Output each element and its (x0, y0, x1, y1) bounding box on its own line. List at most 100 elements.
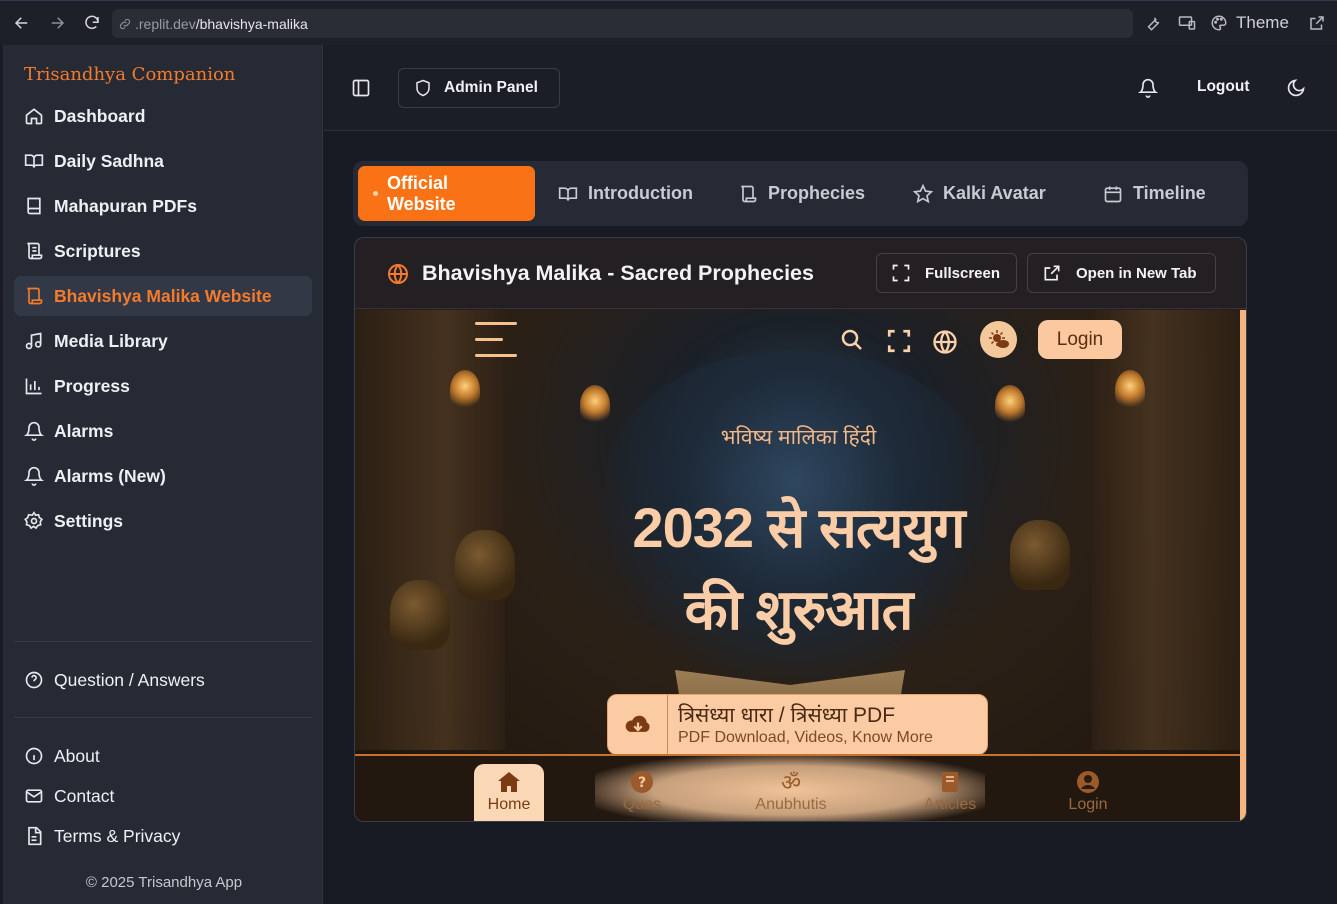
help-circle-icon (24, 670, 44, 690)
site-nav-login[interactable]: Login (1053, 764, 1123, 821)
external-link-icon[interactable] (1308, 11, 1326, 35)
brand-title[interactable]: Trisandhya Companion (24, 64, 235, 85)
home-icon (497, 768, 521, 796)
reload-icon[interactable] (82, 13, 102, 33)
tab-timeline[interactable]: Timeline (1103, 166, 1206, 221)
sidebar-item-terms-privacy[interactable]: Terms & Privacy (14, 816, 312, 856)
site-login-button[interactable]: Login (1038, 320, 1122, 359)
sidebar-item-scriptures[interactable]: Scriptures (14, 231, 312, 271)
site-nav-ques[interactable]: ? Ques (607, 764, 677, 821)
sidebar-item-label: Alarms (New) (54, 465, 166, 486)
tab-label: Timeline (1133, 183, 1206, 203)
hamburger-menu-icon[interactable] (475, 322, 519, 358)
site-nav-anubhutis[interactable]: ॐ Anubhutis (746, 764, 836, 821)
sidebar-item-daily-sadhna[interactable]: Daily Sadhna (14, 141, 312, 181)
devices-icon[interactable] (1177, 11, 1197, 35)
panel-header: Bhavishya Malika - Sacred Prophecies Ful… (355, 238, 1246, 309)
book-open-icon (24, 151, 44, 171)
sidebar-item-label: Terms & Privacy (54, 825, 181, 846)
moon-icon[interactable] (1286, 78, 1306, 98)
tab-label: Prophecies (768, 183, 866, 203)
sidebar-item-label: Media Library (54, 330, 168, 351)
sidebar-item-label: Contact (54, 785, 115, 806)
scroll-icon (24, 241, 44, 261)
document-icon (24, 826, 44, 846)
lamp-image (450, 370, 480, 410)
sidebar-item-label: Progress (54, 375, 130, 396)
sidebar-item-media-library[interactable]: Media Library (14, 321, 312, 361)
sidebar-item-alarms[interactable]: Alarms (14, 411, 312, 451)
site-headline-line1: 2032 से सत्ययुग (632, 496, 965, 559)
panel-title-text: Bhavishya Malika - Sacred Prophecies (422, 261, 814, 285)
shield-icon (414, 78, 432, 98)
address-bar[interactable]: .replit.dev/bhavishya-malika (112, 9, 1133, 38)
globe-icon[interactable] (931, 328, 959, 356)
forward-icon[interactable] (47, 13, 67, 33)
sidebar-toggle-icon[interactable] (351, 78, 371, 98)
site-nav-home[interactable]: Home (474, 764, 544, 821)
embedded-website[interactable]: Login भविष्य मालिका हिंदी 2032 से सत्ययु… (355, 310, 1242, 821)
sidebar-item-label: Mahapuran PDFs (54, 195, 197, 216)
frame-scrollbar[interactable] (1240, 310, 1246, 821)
book-icon (940, 768, 960, 796)
lamp-image (995, 385, 1025, 425)
weather-toggle-icon[interactable] (980, 321, 1017, 358)
cta-subtitle: PDF Download, Videos, Know More (678, 729, 933, 746)
tab-introduction[interactable]: Introduction (558, 166, 693, 221)
app-header: Admin Panel Logout (324, 45, 1337, 131)
bell-icon (24, 466, 44, 486)
tab-prophecies[interactable]: Prophecies (738, 166, 865, 221)
sidebar-item-bhavishya-malika[interactable]: Bhavishya Malika Website (14, 276, 312, 316)
nav-label: Home (487, 796, 531, 813)
cta-title: त्रिसंध्या धारा / त्रिसंध्या PDF (678, 704, 896, 727)
tab-label: Kalki Avatar (943, 183, 1046, 203)
sidebar-item-mahapuran-pdfs[interactable]: Mahapuran PDFs (14, 186, 312, 226)
sidebar-item-settings[interactable]: Settings (14, 501, 312, 541)
link-icon (118, 17, 132, 31)
sidebar-item-dashboard[interactable]: Dashboard (14, 96, 312, 136)
content-tabs: Official Website Introduction Prophecies… (353, 161, 1248, 226)
theme-label: Theme (1236, 13, 1289, 32)
theme-button[interactable]: Theme (1210, 11, 1289, 35)
mail-icon (24, 786, 44, 806)
sidebar-item-contact[interactable]: Contact (14, 776, 312, 816)
sidebar-item-label: Bhavishya Malika Website (54, 285, 272, 306)
sidebar-item-about[interactable]: About (14, 736, 312, 776)
tab-official-website[interactable]: Official Website (358, 166, 535, 221)
divider (14, 717, 312, 718)
sidebar: Trisandhya Companion Dashboard Daily Sad… (3, 45, 323, 904)
fullscreen-label: Fullscreen (925, 264, 1001, 282)
tab-kalki-avatar[interactable]: Kalki Avatar (913, 166, 1046, 221)
sidebar-item-label: Dashboard (54, 105, 146, 126)
sidebar-item-question-answers[interactable]: Question / Answers (14, 660, 312, 700)
admin-panel-button[interactable]: Admin Panel (398, 68, 560, 108)
divider (14, 641, 312, 642)
star-icon (913, 183, 933, 204)
gear-icon (24, 511, 44, 531)
trisandhya-pdf-cta[interactable]: त्रिसंध्या धारा / त्रिसंध्या PDF PDF Dow… (607, 694, 988, 755)
sidebar-item-progress[interactable]: Progress (14, 366, 312, 406)
sidebar-item-label: Alarms (54, 420, 114, 441)
bell-icon (24, 421, 44, 441)
bar-chart-icon (24, 376, 44, 396)
browser-toolbar: .replit.dev/bhavishya-malika Theme (0, 0, 1337, 45)
site-nav-articles[interactable]: Articles (915, 764, 985, 821)
open-in-new-tab-button[interactable]: Open in New Tab (1027, 253, 1216, 293)
site-subtitle: भविष्य मालिका हिंदी (720, 426, 877, 449)
sidebar-item-alarms-new[interactable]: Alarms (New) (14, 456, 312, 496)
cloud-download-icon (608, 695, 668, 754)
logout-button[interactable]: Logout (1197, 78, 1250, 96)
active-dot (373, 191, 378, 196)
notifications-bell-icon[interactable] (1138, 78, 1158, 98)
back-icon[interactable] (12, 13, 32, 33)
search-icon[interactable] (840, 328, 864, 352)
sidebar-item-label: Daily Sadhna (54, 150, 164, 171)
wrench-icon[interactable] (1144, 11, 1162, 35)
question-icon: ? (630, 768, 654, 796)
fullscreen-icon[interactable] (886, 328, 912, 354)
fullscreen-button[interactable]: Fullscreen (876, 253, 1017, 293)
lamp-image (580, 385, 610, 425)
om-icon: ॐ (780, 770, 802, 795)
globe-icon (386, 262, 410, 286)
info-icon (24, 746, 44, 766)
